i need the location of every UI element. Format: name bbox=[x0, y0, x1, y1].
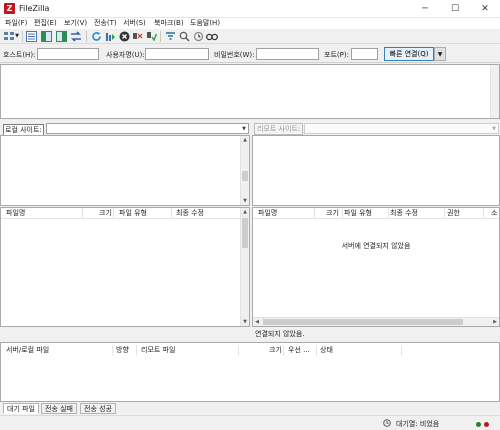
scroll-right-icon[interactable]: ▶ bbox=[491, 318, 499, 326]
compare-icon[interactable] bbox=[178, 30, 190, 42]
queue-col-remote-file[interactable]: 리모트 파일 bbox=[138, 345, 239, 356]
queue-col-direction[interactable]: 방향 bbox=[113, 345, 137, 356]
remote-list-hscrollbar[interactable]: ◀ ▶ bbox=[253, 317, 499, 326]
scroll-up-icon[interactable]: ▲ bbox=[241, 136, 249, 144]
local-col-filename[interactable]: 파일명 bbox=[3, 208, 83, 219]
speed-limit-icon[interactable] bbox=[383, 419, 391, 427]
filter-icon[interactable] bbox=[164, 30, 176, 42]
window-title: FileZilla bbox=[19, 4, 50, 13]
quickconnect-button[interactable]: 빠른 연결(Q) bbox=[384, 47, 434, 61]
close-button[interactable]: ✕ bbox=[470, 0, 500, 18]
local-list-scrollbar[interactable]: ▲ ▼ bbox=[240, 208, 249, 326]
host-input[interactable] bbox=[37, 48, 99, 60]
menu-bar: 파일(F) 편집(E) 보기(V) 전송(T) 서버(S) 북마크(B) 도움말… bbox=[0, 18, 500, 29]
remote-col-modified[interactable]: 최종 수정 bbox=[387, 208, 445, 219]
minimize-button[interactable]: ─ bbox=[410, 0, 440, 18]
menu-bookmarks[interactable]: 북마크(B) bbox=[152, 18, 186, 29]
menu-edit[interactable]: 편집(E) bbox=[32, 18, 59, 29]
local-site-bar: 로컬 사이트: ▼ bbox=[0, 121, 250, 136]
toolbar: ▼ bbox=[0, 29, 500, 44]
remote-file-header: 파일명 크기 파일 유형 최종 수정 권한 소 bbox=[253, 208, 499, 219]
scroll-thumb[interactable] bbox=[263, 319, 463, 325]
tab-queued-files[interactable]: 대기 파일 bbox=[3, 403, 39, 414]
queue-col-size[interactable]: 크기 bbox=[266, 345, 284, 356]
username-input[interactable] bbox=[145, 48, 209, 60]
search-icon[interactable] bbox=[206, 30, 218, 42]
host-label: 호스트(H): bbox=[3, 51, 36, 59]
local-col-size[interactable]: 크기 bbox=[96, 208, 114, 219]
password-input[interactable] bbox=[256, 48, 319, 60]
receive-indicator-icon bbox=[476, 422, 481, 427]
reconnect-icon[interactable] bbox=[145, 30, 157, 42]
toggle-remote-tree-icon[interactable] bbox=[55, 30, 67, 42]
remote-status-line: 연결되지 않았음. bbox=[252, 327, 500, 340]
queue-tabs: 대기 파일 전송 실패 전송 성공 bbox=[0, 403, 500, 415]
queue-col-server-local[interactable]: 서버/로컬 파일 bbox=[3, 345, 113, 356]
send-indicator-icon bbox=[484, 422, 489, 427]
port-label: 포트(P): bbox=[324, 51, 349, 59]
message-log-scrollbar[interactable] bbox=[490, 65, 499, 118]
queue-status-text: 대기열: 비었음 bbox=[396, 420, 440, 428]
cancel-icon[interactable] bbox=[118, 30, 130, 42]
remote-file-list[interactable]: 파일명 크기 파일 유형 최종 수정 권한 소 서버에 연결되지 않았음 ◀ ▶ bbox=[252, 207, 500, 327]
filezilla-logo-icon: Z bbox=[4, 3, 15, 14]
message-log[interactable] bbox=[0, 64, 500, 119]
local-path-dropdown-icon[interactable]: ▼ bbox=[242, 126, 246, 132]
sync-browse-icon[interactable] bbox=[192, 30, 204, 42]
not-connected-message: 서버에 연결되지 않았음 bbox=[341, 242, 411, 250]
remote-site-label: 리모트 사이트: bbox=[254, 123, 304, 135]
dropdown-arrow-icon[interactable]: ▼ bbox=[14, 30, 20, 42]
remote-status-text: 연결되지 않았음. bbox=[255, 330, 305, 338]
menu-view[interactable]: 보기(V) bbox=[62, 18, 89, 29]
toggle-message-log-icon[interactable] bbox=[25, 30, 37, 42]
transfer-queue[interactable]: 서버/로컬 파일 방향 리모트 파일 크기 우선 ... 상태 bbox=[0, 342, 500, 402]
remote-col-filename[interactable]: 파일명 bbox=[255, 208, 315, 219]
local-file-list[interactable]: 파일명 크기 파일 유형 최종 수정 ▲ ▼ bbox=[0, 207, 250, 327]
scroll-thumb[interactable] bbox=[242, 218, 248, 248]
quickconnect-bar: 호스트(H): 사용자명(U): 비밀번호(W): 포트(P): 빠른 연결(Q… bbox=[0, 45, 500, 63]
menu-server[interactable]: 서버(S) bbox=[121, 18, 148, 29]
tab-failed-transfers[interactable]: 전송 실패 bbox=[41, 403, 77, 414]
process-queue-icon[interactable] bbox=[104, 30, 116, 42]
local-col-modified[interactable]: 최종 수정 bbox=[173, 208, 233, 219]
scroll-left-icon[interactable]: ◀ bbox=[253, 318, 261, 326]
remote-col-type[interactable]: 파일 유형 bbox=[341, 208, 389, 219]
remote-col-size[interactable]: 크기 bbox=[323, 208, 343, 219]
status-bar: 대기열: 비었음 bbox=[0, 415, 500, 430]
password-label: 비밀번호(W): bbox=[214, 51, 255, 59]
toggle-queue-icon[interactable] bbox=[70, 30, 82, 42]
local-path-combo[interactable]: ▼ bbox=[46, 123, 249, 134]
username-label: 사용자명(U): bbox=[106, 51, 145, 59]
queue-header: 서버/로컬 파일 방향 리모트 파일 크기 우선 ... 상태 bbox=[1, 345, 499, 356]
local-tree-scrollbar[interactable]: ▲ ▼ bbox=[240, 136, 249, 205]
remote-site-bar: 리모트 사이트: ▼ bbox=[252, 121, 500, 135]
disconnect-icon[interactable] bbox=[131, 30, 143, 42]
tab-successful-transfers[interactable]: 전송 성공 bbox=[80, 403, 116, 414]
local-directory-tree[interactable]: ▲ ▼ bbox=[0, 135, 250, 206]
scroll-thumb[interactable] bbox=[242, 171, 248, 181]
toggle-local-tree-icon[interactable] bbox=[40, 30, 52, 42]
scroll-up-icon[interactable]: ▲ bbox=[241, 208, 249, 216]
remote-path-combo: ▼ bbox=[304, 123, 499, 134]
remote-directory-tree[interactable] bbox=[252, 135, 500, 206]
local-col-type[interactable]: 파일 유형 bbox=[116, 208, 172, 219]
remote-col-permissions[interactable]: 권한 bbox=[444, 208, 484, 219]
title-bar: Z FileZilla ─ ☐ ✕ bbox=[0, 0, 500, 18]
menu-transfer[interactable]: 전송(T) bbox=[92, 18, 119, 29]
menu-help[interactable]: 도움말(H) bbox=[188, 18, 222, 29]
port-input[interactable] bbox=[351, 48, 378, 60]
menu-file[interactable]: 파일(F) bbox=[3, 18, 29, 29]
refresh-icon[interactable] bbox=[90, 30, 102, 42]
queue-col-status[interactable]: 상태 bbox=[317, 345, 402, 356]
scroll-down-icon[interactable]: ▼ bbox=[241, 318, 249, 326]
maximize-button[interactable]: ☐ bbox=[440, 0, 470, 18]
remote-path-dropdown-icon: ▼ bbox=[492, 126, 496, 132]
remote-col-owner[interactable]: 소 bbox=[488, 208, 499, 219]
queue-col-priority[interactable]: 우선 ... bbox=[285, 345, 317, 356]
scroll-down-icon[interactable]: ▼ bbox=[241, 197, 249, 205]
quickconnect-dropdown-icon[interactable]: ▼ bbox=[434, 47, 446, 61]
local-file-header: 파일명 크기 파일 유형 최종 수정 bbox=[1, 208, 241, 219]
